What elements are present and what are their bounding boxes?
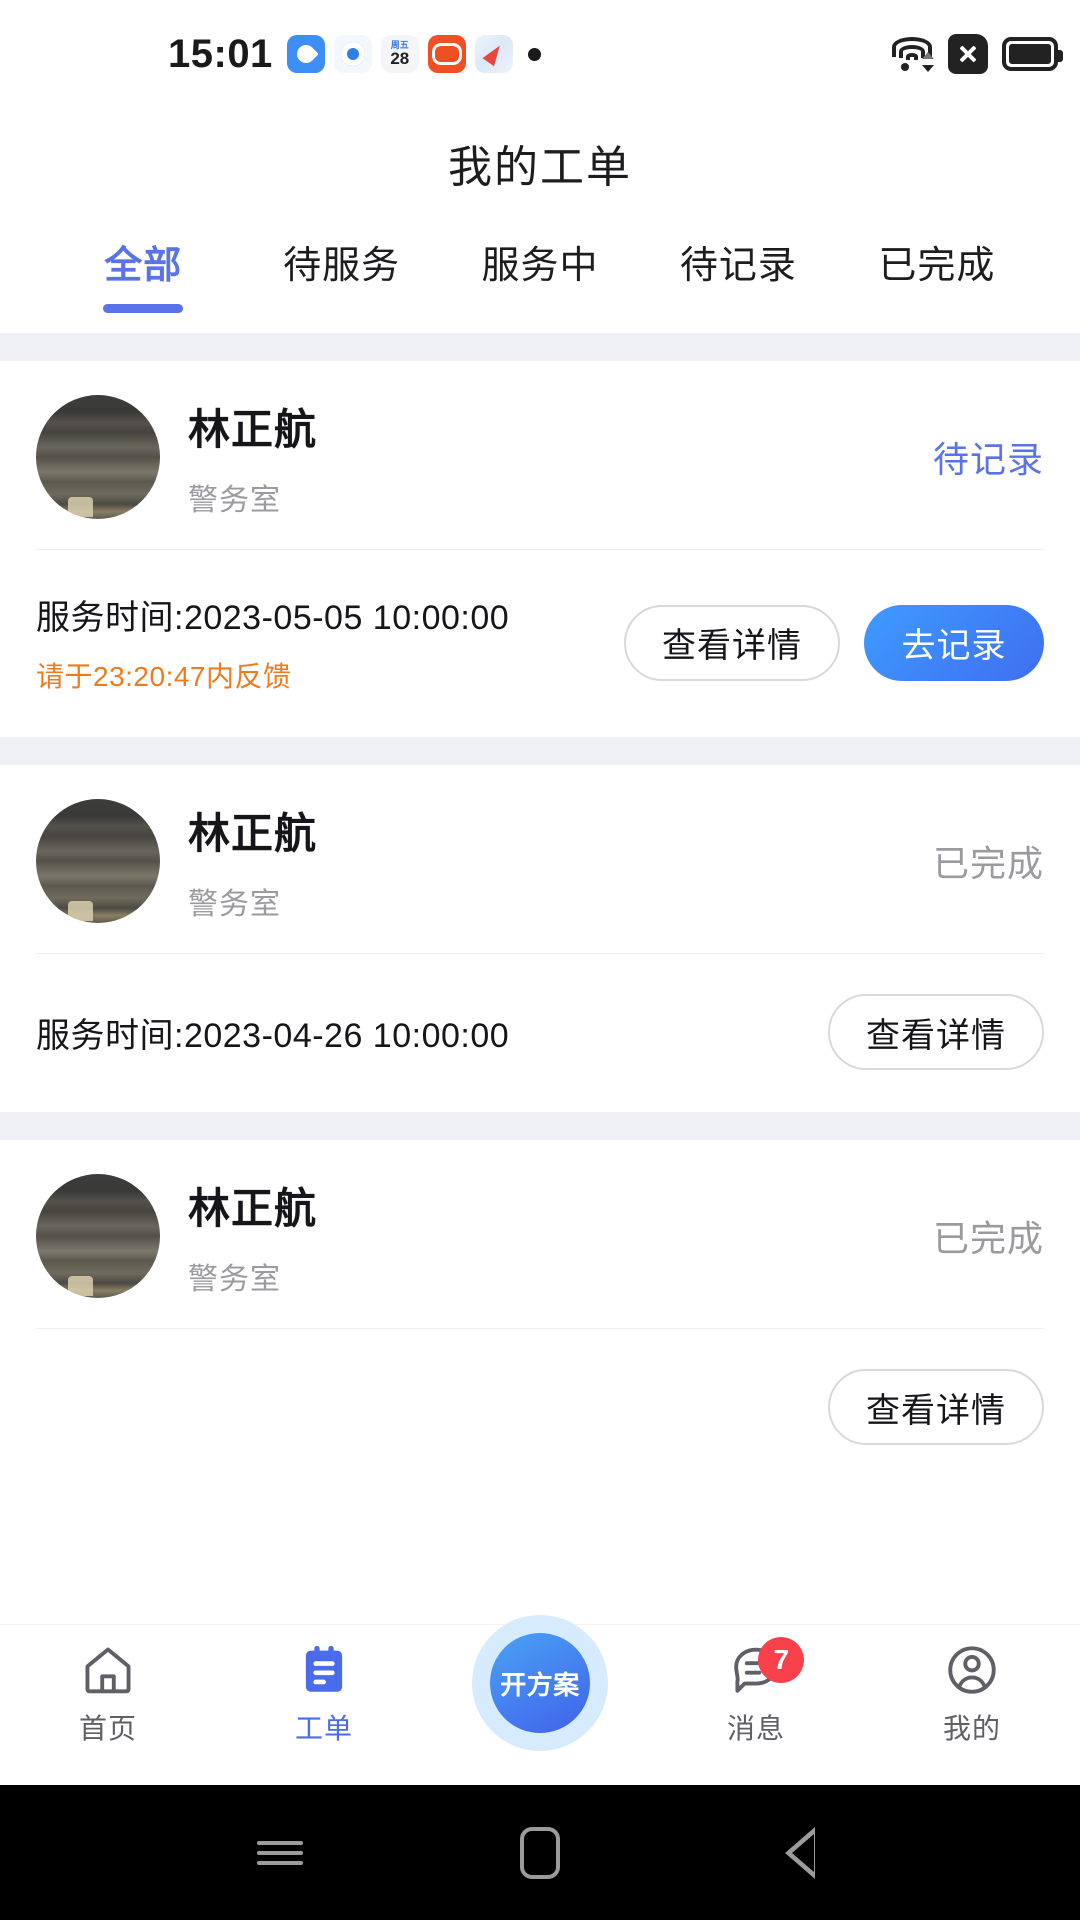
table-row[interactable]: 林正航 警务室 待记录 服务时间:2023-05-05 10:00:00 请于2…	[0, 361, 1080, 737]
ring-app-icon	[333, 35, 372, 73]
camera-app-icon	[427, 35, 466, 73]
order-person: 林正航 警务室	[188, 396, 933, 519]
order-feedback-warning: 请于23:20:47内反馈	[36, 661, 292, 692]
status-badge: 待记录	[932, 439, 1044, 480]
order-service-time: 服务时间:2023-04-26 10:00:00	[36, 1016, 510, 1055]
no-sim-icon	[948, 34, 988, 74]
tabbar-item-orders-label: 工单	[294, 1713, 353, 1744]
order-card-footer: 服务时间:2023-05-05 10:00:00 请于23:20:47内反馈 查…	[36, 550, 1044, 737]
tabbar-item-profile[interactable]: 我的	[864, 1625, 1080, 1747]
status-bar-app-icons: 周五 28	[286, 35, 541, 73]
calendar-day: 28	[390, 49, 410, 68]
order-time-block: 服务时间:2023-05-05 10:00:00 请于23:20:47内反馈	[36, 590, 624, 695]
avatar	[36, 799, 160, 923]
tab-pending-record[interactable]: 待记录	[639, 218, 837, 289]
phone-screen: 15:01 周五 28 我的工单 全部 待服务 服务中 待记录 已完成 林正航 …	[0, 0, 1080, 1920]
tabbar-item-profile-label: 我的	[942, 1713, 1001, 1744]
tabbar-item-create-plan[interactable]: 开方案	[432, 1615, 648, 1751]
table-row[interactable]: 林正航 警务室 已完成 服务时间:2023-04-26 10:00:00 查看详…	[0, 765, 1080, 1112]
order-name: 林正航	[188, 1184, 318, 1232]
tab-in-service[interactable]: 服务中	[441, 218, 639, 289]
order-card-header: 林正航 警务室 待记录	[36, 361, 1044, 549]
dot-indicator-icon	[527, 47, 541, 61]
fab-plan-icon[interactable]: 开方案	[490, 1633, 590, 1733]
avatar	[36, 1174, 160, 1298]
view-detail-button[interactable]: 查看详情	[828, 994, 1044, 1070]
tabbar-item-home-label: 首页	[78, 1713, 137, 1744]
avatar	[36, 395, 160, 519]
page-title: 我的工单	[448, 143, 632, 192]
order-dept: 警务室	[188, 887, 281, 921]
tab-all[interactable]: 全部	[44, 218, 242, 313]
order-time-block: 服务时间:2023-04-26 10:00:00	[36, 1008, 828, 1057]
order-name: 林正航	[188, 809, 318, 857]
tab-completed-label: 已完成	[878, 245, 996, 287]
tab-all-label: 全部	[104, 245, 183, 287]
table-row[interactable]: 林正航 警务室 已完成 查看详情	[0, 1140, 1080, 1487]
list-gap	[0, 333, 1080, 361]
order-card-header: 林正航 警务室 已完成	[36, 765, 1044, 953]
water-drop-app-icon	[286, 35, 325, 73]
home-icon	[79, 1641, 137, 1699]
tabbar-item-messages-label: 消息	[726, 1713, 785, 1744]
order-dept: 警务室	[188, 1262, 281, 1296]
home-square-icon[interactable]	[505, 1818, 575, 1888]
status-badge: 已完成	[932, 843, 1044, 884]
tab-pending-service[interactable]: 待服务	[242, 218, 440, 289]
tabbar-item-messages[interactable]: 7 消息	[648, 1625, 864, 1747]
compass-app-icon	[474, 35, 513, 73]
tab-bar: 全部 待服务 服务中 待记录 已完成	[0, 218, 1080, 333]
view-detail-button[interactable]: 查看详情	[624, 604, 840, 681]
android-navigation-bar	[0, 1785, 1080, 1920]
back-triangle-icon[interactable]	[765, 1818, 835, 1888]
list-gap	[0, 737, 1080, 765]
message-badge: 7	[758, 1637, 805, 1683]
tab-completed[interactable]: 已完成	[838, 218, 1036, 289]
person-icon	[943, 1641, 1001, 1699]
view-detail-button[interactable]: 查看详情	[828, 1369, 1044, 1445]
order-service-time: 服务时间:2023-05-05 10:00:00	[36, 599, 510, 637]
order-person: 林正航 警务室	[188, 1175, 933, 1298]
status-bar-right	[890, 0, 1063, 108]
order-card-footer: 查看详情	[36, 1329, 1044, 1487]
order-actions: 查看详情	[828, 994, 1044, 1070]
clipboard-icon	[295, 1641, 353, 1699]
order-actions: 查看详情 去记录	[624, 604, 1044, 681]
order-actions: 查看详情	[828, 1369, 1044, 1445]
order-list[interactable]: 林正航 警务室 待记录 服务时间:2023-05-05 10:00:00 请于2…	[0, 333, 1080, 1705]
tab-pending-record-label: 待记录	[679, 245, 797, 287]
status-bar: 15:01 周五 28	[0, 0, 1080, 108]
tab-pending-service-label: 待服务	[283, 245, 401, 287]
order-name: 林正航	[188, 405, 318, 453]
list-gap	[0, 1112, 1080, 1140]
order-card-header: 林正航 警务室 已完成	[36, 1140, 1044, 1328]
tabbar-item-home[interactable]: 首页	[0, 1625, 216, 1747]
tabbar-item-orders[interactable]: 工单	[216, 1625, 432, 1747]
tab-active-underline	[103, 304, 184, 313]
message-icon: 7	[727, 1637, 805, 1699]
tab-in-service-label: 服务中	[481, 245, 599, 287]
order-person: 林正航 警务室	[188, 800, 933, 923]
status-bar-left: 15:01 周五 28	[168, 0, 541, 108]
order-card-footer: 服务时间:2023-04-26 10:00:00 查看详情	[36, 954, 1044, 1112]
go-record-button[interactable]: 去记录	[864, 604, 1044, 681]
status-bar-clock: 15:01	[168, 31, 273, 76]
battery-icon	[1002, 37, 1063, 71]
order-dept: 警务室	[188, 483, 281, 517]
menu-icon[interactable]	[245, 1818, 315, 1888]
wifi-traffic-arrows-icon	[922, 50, 936, 72]
wifi-icon	[890, 37, 936, 72]
status-badge: 已完成	[932, 1218, 1044, 1259]
page-header: 我的工单	[0, 108, 1080, 218]
calendar-app-icon: 周五 28	[380, 35, 419, 73]
bottom-tab-bar: 首页 工单 开方案 7 消息 我的	[0, 1615, 1080, 1785]
